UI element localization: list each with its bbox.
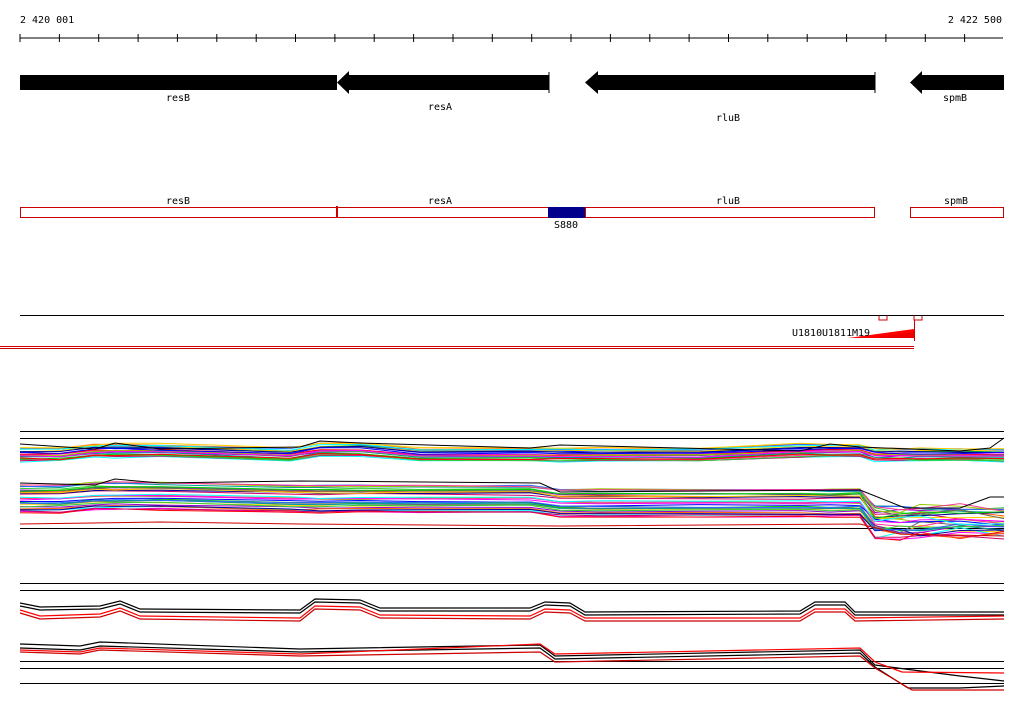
marker-label-U1811: U1811 — [822, 328, 852, 339]
feature-label: S880 — [554, 220, 578, 231]
marker-bracket — [878, 315, 923, 321]
expression-profiles-panel — [19, 431, 1005, 541]
gene-arrow — [910, 71, 1004, 94]
transcript-box — [910, 207, 1004, 218]
gene-arrow — [585, 71, 875, 94]
transcript-resB[interactable]: resB — [20, 196, 337, 218]
transcript-track: resB resA S880 rluB spmB — [20, 196, 1004, 231]
transcript-box — [20, 207, 337, 218]
gene-resA[interactable]: resA — [337, 71, 550, 113]
transcript-resA[interactable]: resA — [336, 196, 549, 218]
transcript-box — [585, 207, 875, 218]
gene-resB[interactable]: resB — [20, 75, 337, 104]
coordinate-ruler: 2 420 001 2 422 500 — [19, 15, 1003, 42]
transcript-box — [337, 207, 549, 218]
end-coordinate-label: 2 422 500 — [948, 15, 1002, 26]
gene-rluB[interactable]: rluB — [585, 71, 876, 124]
summary-profile-line — [19, 598, 1004, 613]
gene-label: spmB — [943, 93, 967, 104]
gene-spmB[interactable]: spmB — [910, 71, 1004, 104]
transcript-label: rluB — [716, 196, 740, 207]
feature-box — [548, 207, 585, 218]
marker-label-M19: M19 — [852, 328, 870, 339]
summary-profiles-panel — [19, 583, 1005, 691]
gene-arrow — [20, 75, 337, 90]
transcript-label: resA — [428, 196, 452, 207]
gene-label: rluB — [716, 113, 740, 124]
start-coordinate-label: 2 420 001 — [20, 15, 74, 26]
gene-track: resB resA rluB spmB — [20, 71, 1004, 124]
gene-arrow — [337, 71, 549, 94]
marker-track: U1810 U1811 M19 — [0, 315, 1004, 349]
genome-browser-view: 2 420 001 2 422 500 resB resA rluB spmB … — [0, 0, 1024, 714]
genome-tracks-svg: 2 420 001 2 422 500 resB resA rluB spmB … — [0, 15, 1005, 691]
transcript-label: resB — [166, 196, 190, 207]
transcript-spmB[interactable]: spmB — [910, 196, 1004, 218]
gene-label: resA — [428, 102, 452, 113]
transcript-rluB[interactable]: rluB — [585, 196, 875, 218]
marker-label-U1810: U1810 — [792, 328, 822, 339]
feature-S880[interactable]: S880 — [548, 207, 585, 231]
gene-label: resB — [166, 93, 190, 104]
transcript-label: spmB — [944, 196, 968, 207]
